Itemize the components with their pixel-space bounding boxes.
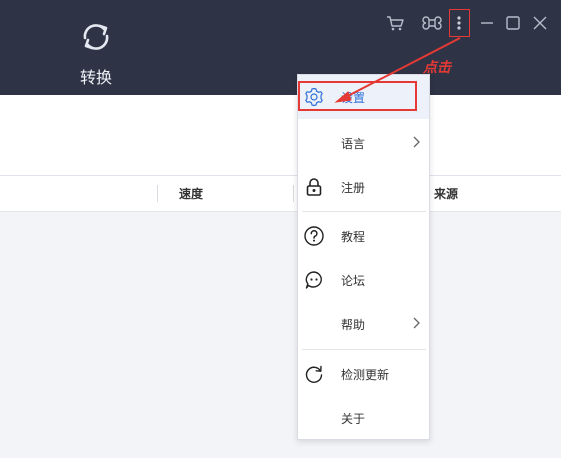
- settings-highlight: [298, 81, 417, 111]
- chevron-right-icon: [413, 136, 420, 148]
- menu-item-tutorial[interactable]: 教程: [298, 214, 429, 258]
- menu-item-label: 注册: [341, 181, 366, 195]
- menu-item-label: 关于: [341, 412, 366, 426]
- menu-item-language[interactable]: 语言: [298, 121, 429, 165]
- chat-icon: [303, 269, 325, 291]
- convert-tab[interactable]: 转换: [64, 18, 128, 90]
- menu-item-label: 论坛: [341, 274, 366, 288]
- chevron-right-icon: [413, 317, 420, 329]
- menu-divider: [302, 349, 426, 350]
- maximize-icon[interactable]: [502, 12, 524, 34]
- command-icon[interactable]: [421, 12, 443, 34]
- close-icon[interactable]: [529, 12, 551, 34]
- column-source[interactable]: 来源: [434, 185, 458, 202]
- column-speed[interactable]: 速度: [179, 185, 203, 202]
- question-icon: [303, 225, 325, 247]
- menu-item-help[interactable]: 帮助: [298, 302, 429, 346]
- menu-item-check-update[interactable]: 检测更新: [298, 352, 429, 396]
- menu-item-label: 帮助: [341, 318, 366, 332]
- lock-icon: [303, 176, 325, 198]
- column-separator: [293, 185, 294, 202]
- annotation-text: 点击: [423, 60, 451, 76]
- title-bar: 转换: [0, 0, 561, 95]
- menu-item-about[interactable]: 关于: [298, 396, 429, 440]
- menu-item-label: 语言: [341, 137, 366, 151]
- menu-item-forum[interactable]: 论坛: [298, 258, 429, 302]
- refresh-icon: [303, 363, 325, 385]
- menu-item-register[interactable]: 注册: [298, 165, 429, 209]
- task-list: [0, 212, 561, 458]
- cart-icon[interactable]: [384, 12, 406, 34]
- minimize-icon[interactable]: [476, 12, 498, 34]
- menu-item-label: 教程: [341, 230, 366, 244]
- menu-item-label: 检测更新: [341, 368, 390, 382]
- sync-icon: [83, 24, 109, 50]
- dropdown-menu: 设置 语言 注册 教程 论坛 帮助 检测更新 关于: [297, 74, 430, 440]
- table-header: 速度 来源: [0, 176, 561, 212]
- menu-divider: [302, 211, 426, 212]
- column-separator: [157, 185, 158, 202]
- toolbar-area: [0, 95, 561, 176]
- convert-tab-label: 转换: [79, 68, 112, 87]
- more-button-highlight: [449, 9, 470, 37]
